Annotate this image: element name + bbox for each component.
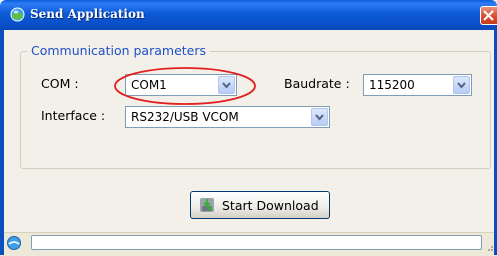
send-application-window: Send Application Communication parameter… [0,0,497,256]
title-bar[interactable]: Send Application [0,0,497,30]
window-frame-left [0,30,4,255]
interface-select[interactable]: RS232/USB VCOM [125,106,330,128]
status-globe-icon [7,236,21,250]
chevron-down-icon [457,82,466,89]
baudrate-value: 115200 [369,78,415,92]
highlight-ellipse [114,67,256,105]
group-legend: Communication parameters [27,43,210,58]
interface-label: Interface : [41,108,106,123]
interface-value: RS232/USB VCOM [131,110,239,124]
resize-grip-icon[interactable] [484,242,494,252]
close-icon [483,10,494,21]
app-globe-icon [10,7,25,22]
baudrate-label: Baudrate : [284,76,350,91]
download-icon [200,198,214,212]
status-text-field [31,235,482,250]
start-download-button[interactable]: Start Download [190,191,330,219]
window-title: Send Application [30,7,145,21]
start-download-label: Start Download [222,198,319,213]
baudrate-select[interactable]: 115200 [363,74,472,96]
com-label: COM : [41,76,79,91]
close-button[interactable] [480,6,497,25]
chevron-down-icon [315,114,324,121]
interface-dropdown-button[interactable] [311,108,328,126]
baudrate-dropdown-button[interactable] [453,76,470,94]
